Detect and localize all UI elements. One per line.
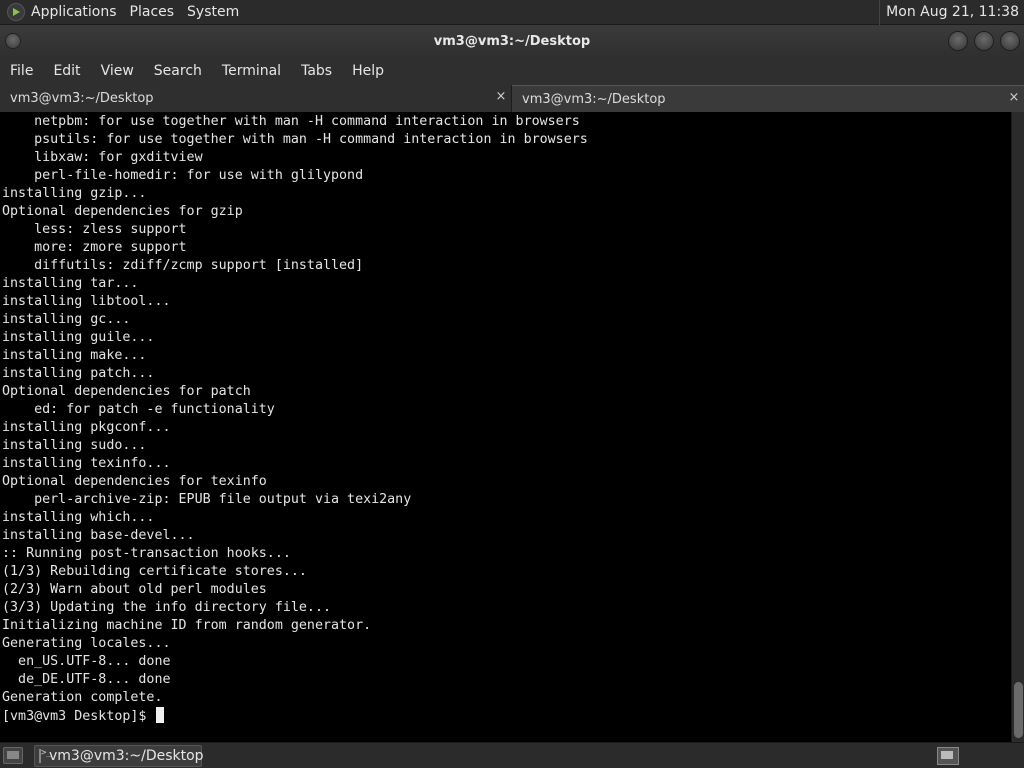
- terminal-line: installing gzip...: [2, 186, 147, 201]
- terminal-line: en_US.UTF-8... done: [2, 654, 171, 669]
- terminal-line: netpbm: for use together with man -H com…: [2, 114, 580, 129]
- window-controls: [948, 31, 1020, 51]
- terminal-scrollbar[interactable]: [1011, 112, 1024, 742]
- tab-bar: vm3@vm3:~/Desktop × vm3@vm3:~/Desktop ×: [0, 85, 1024, 112]
- text-cursor: [156, 707, 165, 723]
- terminal-line: installing gc...: [2, 312, 131, 327]
- menu-terminal[interactable]: Terminal: [222, 57, 281, 85]
- terminal-line: installing pkgconf...: [2, 420, 171, 435]
- applications-menu[interactable]: Applications: [31, 0, 117, 25]
- tab-2-close-icon[interactable]: ×: [1007, 91, 1021, 105]
- clock[interactable]: Mon Aug 21, 11:38: [879, 0, 1024, 25]
- window-menu-icon[interactable]: [5, 33, 21, 49]
- show-desktop-icon[interactable]: [3, 747, 23, 764]
- terminal-line: perl-file-homedir: for use with glilypon…: [2, 168, 364, 183]
- terminal-icon: [39, 748, 52, 763]
- taskbar-window-label: vm3@vm3:~/Desktop: [49, 748, 204, 764]
- terminal-line: Optional dependencies for patch: [2, 384, 251, 399]
- tab-2-label: vm3@vm3:~/Desktop: [522, 91, 666, 107]
- terminal-line: perl-archive-zip: EPUB file output via t…: [2, 492, 412, 507]
- terminal-lines: netpbm: for use together with man -H com…: [2, 113, 588, 725]
- terminal-output[interactable]: netpbm: for use together with man -H com…: [0, 112, 1011, 742]
- menu-tabs[interactable]: Tabs: [301, 57, 332, 85]
- terminal-line: libxaw: for gxditview: [2, 150, 203, 165]
- taskbar-window-button[interactable]: vm3@vm3:~/Desktop: [34, 745, 204, 767]
- terminal-line: installing which...: [2, 510, 155, 525]
- terminal-line: installing patch...: [2, 366, 155, 381]
- terminal-line: (2/3) Warn about old perl modules: [2, 582, 267, 597]
- close-window-button[interactable]: [1000, 31, 1020, 51]
- terminal-line: installing tar...: [2, 276, 139, 291]
- scrollbar-thumb[interactable]: [1014, 682, 1023, 738]
- top-panel: Applications Places System Mon Aug 21, 1…: [0, 0, 1024, 25]
- terminal-line: Generating locales...: [2, 636, 171, 651]
- menubar: File Edit View Search Terminal Tabs Help: [0, 57, 1024, 85]
- terminal-line: ed: for patch -e functionality: [2, 402, 275, 417]
- terminal-line: (1/3) Rebuilding certificate stores...: [2, 564, 307, 579]
- minimize-button[interactable]: [948, 31, 968, 51]
- terminal-line: installing libtool...: [2, 294, 171, 309]
- terminal-line: installing texinfo...: [2, 456, 171, 471]
- tab-2[interactable]: vm3@vm3:~/Desktop ×: [512, 85, 1024, 112]
- terminal-line: less: zless support: [2, 222, 187, 237]
- bottom-panel: vm3@vm3:~/Desktop: [0, 742, 1024, 768]
- terminal-line: more: zmore support: [2, 240, 187, 255]
- tab-1-label: vm3@vm3:~/Desktop: [10, 91, 154, 106]
- terminal-line: (3/3) Updating the info directory file..…: [2, 600, 331, 615]
- tab-1-close-icon[interactable]: ×: [494, 90, 508, 104]
- distro-logo-icon[interactable]: [7, 3, 25, 21]
- terminal-prompt-line: [vm3@vm3 Desktop]$: [2, 707, 588, 725]
- terminal-line: de_DE.UTF-8... done: [2, 672, 171, 687]
- menu-help[interactable]: Help: [352, 57, 384, 85]
- tab-1[interactable]: vm3@vm3:~/Desktop ×: [0, 85, 512, 112]
- menu-search[interactable]: Search: [154, 57, 202, 85]
- menu-edit[interactable]: Edit: [53, 57, 80, 85]
- terminal-line: Optional dependencies for gzip: [2, 204, 243, 219]
- window-title: vm3@vm3:~/Desktop: [433, 33, 591, 49]
- menu-view[interactable]: View: [101, 57, 134, 85]
- terminal-line: Generation complete.: [2, 690, 163, 705]
- system-menu[interactable]: System: [187, 0, 239, 25]
- maximize-button[interactable]: [974, 31, 994, 51]
- terminal-line: psutils: for use together with man -H co…: [2, 132, 588, 147]
- shell-prompt: [vm3@vm3 Desktop]$: [2, 709, 155, 724]
- places-menu[interactable]: Places: [130, 0, 175, 25]
- terminal-line: :: Running post-transaction hooks...: [2, 546, 291, 561]
- menu-file[interactable]: File: [10, 57, 33, 85]
- terminal-line: Optional dependencies for texinfo: [2, 474, 267, 489]
- terminal-line: installing guile...: [2, 330, 155, 345]
- terminal-line: installing base-devel...: [2, 528, 195, 543]
- terminal-line: installing make...: [2, 348, 147, 363]
- terminal-line: Initializing machine ID from random gene…: [2, 618, 372, 633]
- terminal-line: diffutils: zdiff/zcmp support [installed…: [2, 258, 364, 273]
- workspace-switcher-icon[interactable]: [937, 747, 959, 765]
- terminal-line: installing sudo...: [2, 438, 147, 453]
- window-titlebar[interactable]: vm3@vm3:~/Desktop: [0, 25, 1024, 57]
